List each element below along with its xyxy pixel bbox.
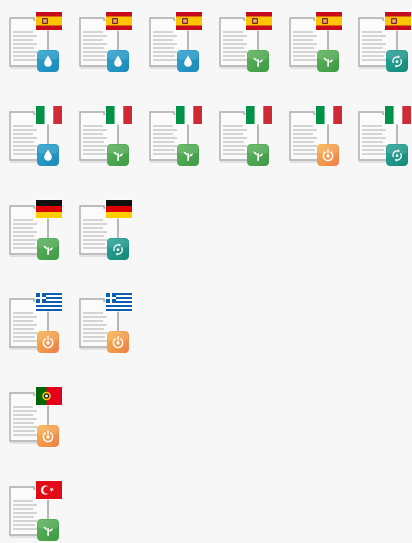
water-drop-icon-badge bbox=[37, 50, 59, 72]
document-file-icon[interactable] bbox=[8, 105, 66, 168]
water-drop-icon-badge bbox=[107, 50, 129, 72]
recycle-icon-badge bbox=[107, 238, 129, 260]
spain-flag-icon bbox=[245, 11, 273, 31]
recycle-icon-badge bbox=[386, 144, 408, 166]
germany-flag-icon bbox=[35, 199, 63, 219]
document-file-icon[interactable] bbox=[148, 105, 206, 168]
greece-flag-icon bbox=[105, 292, 133, 312]
plug-icon-badge bbox=[107, 331, 129, 353]
germany-flag-icon bbox=[105, 199, 133, 219]
spain-flag-icon bbox=[384, 11, 412, 31]
sprout-icon-badge bbox=[37, 519, 59, 541]
document-file-icon[interactable] bbox=[78, 199, 136, 262]
sprout-icon-badge bbox=[177, 144, 199, 166]
sprout-icon-badge bbox=[37, 238, 59, 260]
portugal-flag-icon bbox=[35, 386, 63, 406]
plug-icon-badge bbox=[317, 144, 339, 166]
sprout-icon-badge bbox=[107, 144, 129, 166]
document-file-icon[interactable] bbox=[8, 480, 66, 543]
spain-flag-icon bbox=[105, 11, 133, 31]
turkey-flag-icon bbox=[35, 480, 63, 500]
plug-icon-badge bbox=[37, 425, 59, 447]
italy-flag-icon bbox=[175, 105, 203, 125]
document-file-icon[interactable] bbox=[357, 11, 412, 74]
document-file-icon[interactable] bbox=[288, 105, 346, 168]
sprout-icon-badge bbox=[317, 50, 339, 72]
document-file-icon[interactable] bbox=[357, 105, 412, 168]
spain-flag-icon bbox=[315, 11, 343, 31]
sprout-icon-badge bbox=[247, 144, 269, 166]
plug-icon-badge bbox=[37, 331, 59, 353]
document-file-icon[interactable] bbox=[218, 105, 276, 168]
document-file-icon[interactable] bbox=[8, 11, 66, 74]
document-file-icon[interactable] bbox=[78, 292, 136, 355]
italy-flag-icon bbox=[105, 105, 133, 125]
italy-flag-icon bbox=[35, 105, 63, 125]
italy-flag-icon bbox=[315, 105, 343, 125]
italy-flag-icon bbox=[245, 105, 273, 125]
document-file-icon[interactable] bbox=[148, 11, 206, 74]
document-file-icon[interactable] bbox=[8, 386, 66, 449]
document-file-icon[interactable] bbox=[78, 105, 136, 168]
greece-flag-icon bbox=[35, 292, 63, 312]
document-file-icon[interactable] bbox=[8, 199, 66, 262]
document-file-icon[interactable] bbox=[8, 292, 66, 355]
italy-flag-icon bbox=[384, 105, 412, 125]
recycle-icon-badge bbox=[386, 50, 408, 72]
water-drop-icon-badge bbox=[177, 50, 199, 72]
document-file-icon[interactable] bbox=[288, 11, 346, 74]
document-file-icon[interactable] bbox=[78, 11, 136, 74]
spain-flag-icon bbox=[35, 11, 63, 31]
document-file-icon[interactable] bbox=[218, 11, 276, 74]
spain-flag-icon bbox=[175, 11, 203, 31]
water-drop-icon-badge bbox=[37, 144, 59, 166]
sprout-icon-badge bbox=[247, 50, 269, 72]
